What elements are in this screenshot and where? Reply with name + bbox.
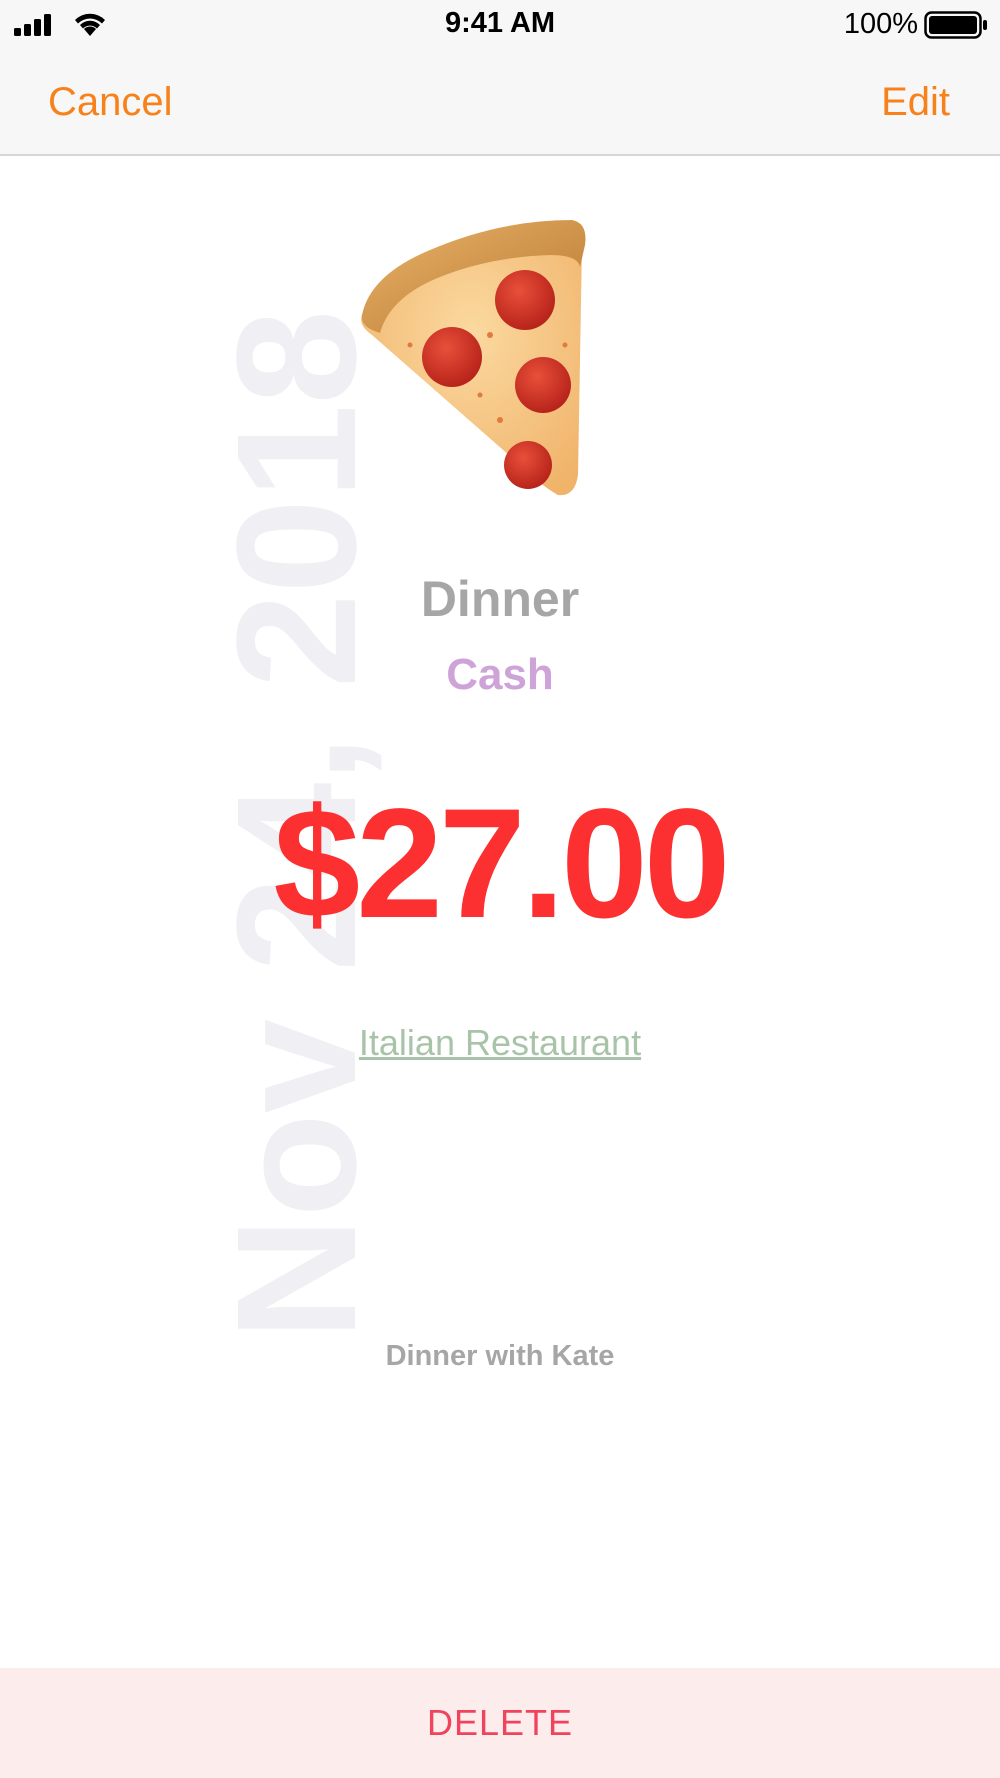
edit-button[interactable]: Edit — [881, 80, 950, 125]
expense-amount: $27.00 — [273, 777, 730, 951]
location-link[interactable]: Italian Restaurant — [0, 1022, 1000, 1064]
cancel-button[interactable]: Cancel — [48, 80, 173, 125]
payment-method: Cash — [446, 650, 554, 699]
nav-bar: Cancel Edit — [0, 52, 1000, 156]
status-bar: 9:41 AM 100% — [0, 0, 1000, 52]
battery-icon — [924, 11, 987, 39]
battery-percent: 100% — [843, 8, 918, 40]
delete-label: DELETE — [426, 1702, 574, 1743]
expense-note: Dinner with Kate — [385, 1340, 615, 1372]
delete-button[interactable]: DELETE — [0, 1668, 1000, 1778]
category-title: Dinner — [420, 571, 580, 627]
pizza-icon — [361, 220, 586, 496]
